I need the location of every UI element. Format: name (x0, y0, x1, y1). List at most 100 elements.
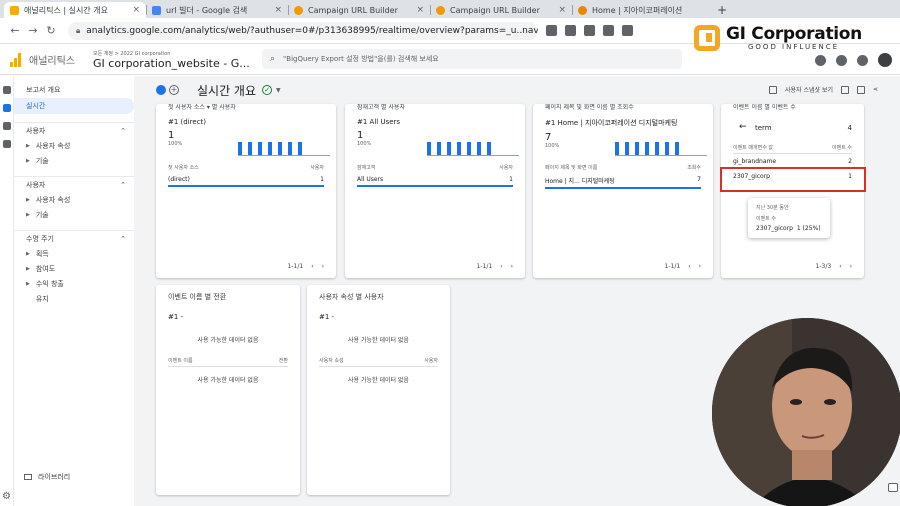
reload-icon[interactable]: ↻ (42, 24, 60, 37)
chevron-down-icon[interactable]: ▼ (276, 87, 281, 94)
share-icon[interactable]: ⋖ (873, 86, 878, 93)
table-row[interactable]: All Users 1 (357, 176, 513, 187)
new-tab-button[interactable]: + (714, 2, 730, 18)
browser-tab-2[interactable]: Campaign URL Builder × (288, 2, 430, 18)
nav-library-label: 라이브러리 (38, 473, 71, 481)
tab-title: 애널리틱스 | 실시간 개요 (24, 5, 108, 15)
fullscreen-icon[interactable] (840, 85, 849, 94)
prev-page-icon[interactable]: ‹ (500, 263, 502, 270)
brand-watermark: GI Corporation GOOD INFLUENCE (694, 20, 894, 56)
card-rank: #1 All Users (357, 118, 401, 126)
help-icon[interactable] (836, 54, 847, 66)
folder-icon (24, 474, 32, 480)
close-icon[interactable]: × (416, 5, 424, 15)
reports-icon[interactable] (3, 104, 11, 112)
pagination: 1-1/1 ‹ › (476, 263, 513, 270)
settings-icon[interactable]: ⚙ (2, 491, 11, 502)
close-icon[interactable]: × (558, 5, 566, 15)
nav-item-tech-2[interactable]: ▶ 기술 (14, 207, 134, 222)
explore-icon[interactable] (3, 122, 11, 130)
nav-realtime[interactable]: 실시간 (14, 98, 134, 114)
nav-item-label: 기술 (35, 156, 49, 165)
next-page-icon[interactable]: › (850, 263, 852, 270)
close-icon[interactable]: × (274, 5, 282, 15)
home-icon[interactable] (3, 86, 11, 94)
card-rank: #1 Home | 지아이코퍼레이션 디지털마케팅 (545, 119, 678, 127)
tooltip: 지난 30분 동안 이벤트 수 2307_gicorp 1 (25%) (748, 198, 830, 238)
card-title[interactable]: 첫 사용자 소스 ▾ 별 사용자 (156, 104, 336, 114)
nav-section-title: 사용자 (26, 180, 46, 189)
nav-item-label: 수익 창출 (35, 279, 64, 288)
bookmark-icon[interactable] (565, 25, 576, 36)
pagination: 1-3/3 ‹ › (815, 263, 852, 270)
nav-item-acquisition[interactable]: ▶ 획득 (14, 246, 134, 261)
next-page-icon[interactable]: › (699, 263, 701, 270)
prev-page-icon[interactable]: ‹ (688, 263, 690, 270)
chevron-up-icon: ⌃ (120, 234, 126, 243)
table-header: 이벤트 이름 전환 (168, 358, 288, 364)
no-data-text: 사용 가능한 데이터 없음 (348, 337, 409, 344)
add-comparison-icon[interactable]: + (169, 85, 179, 95)
feedback-icon[interactable] (888, 483, 898, 492)
browser-tab-1[interactable]: url 빌더 - Google 검색 × (146, 2, 288, 18)
nav-item-monetization[interactable]: ▶ 수익 창출 (14, 276, 134, 291)
property-name: GI corporation_website - G... (93, 56, 250, 70)
nav-section-user-2[interactable]: 사용자 ⌃ (14, 176, 134, 192)
nav-item-engagement[interactable]: ▶ 참여도 (14, 261, 134, 276)
extension-icon[interactable] (603, 25, 614, 36)
nav-item-label: 참여도 (35, 264, 56, 273)
card-title: 잠재고객 별 사용자 (357, 104, 405, 111)
next-page-icon[interactable]: › (511, 263, 513, 270)
next-page-icon[interactable]: › (322, 263, 324, 270)
prev-page-icon[interactable]: ‹ (839, 263, 841, 270)
nav-item-user-attributes[interactable]: ▶ 사용자 속성 (14, 138, 134, 153)
expand-icon: ▶ (26, 157, 30, 164)
address-bar[interactable]: 🔒︎ analytics.google.com/analytics/web/?a… (68, 21, 538, 40)
nav-item-retention[interactable]: ▶유지 (14, 291, 134, 306)
nav-item-user-attributes-2[interactable]: ▶ 사용자 속성 (14, 192, 134, 207)
back-icon[interactable]: ← (6, 24, 24, 37)
tab-title: Home | 지아이코퍼레이션 (592, 5, 683, 15)
advertising-icon[interactable] (3, 140, 11, 148)
nav-item-tech[interactable]: ▶ 기술 (14, 153, 134, 168)
extension-icon[interactable] (584, 25, 595, 36)
user-snapshot-icon[interactable] (768, 85, 777, 94)
share-page-icon[interactable] (546, 25, 557, 36)
no-data-text: 사용 가능한 데이터 없음 (197, 377, 259, 384)
nav-item-label: 유지 (35, 294, 49, 303)
nav-section-user[interactable]: 사용자 ⌃ (14, 122, 134, 138)
back-icon[interactable]: ← (739, 122, 747, 132)
nav-item-label: 사용자 속성 (35, 141, 71, 150)
campaign-favicon-icon (436, 5, 445, 15)
site-favicon-icon (578, 5, 587, 15)
table-row[interactable]: (direct) 1 (168, 176, 324, 187)
apps-icon[interactable] (815, 54, 826, 66)
table-row[interactable]: gi_brandname 2 (733, 158, 852, 165)
presenter-photo (712, 318, 900, 506)
pagination: 1-1/1 ‹ › (287, 263, 324, 270)
nav-section-lifecycle[interactable]: 수명 주기 ⌃ (14, 230, 134, 246)
page-title: 실시간 개요 (197, 83, 257, 98)
compare-icon[interactable] (156, 85, 166, 95)
expand-icon: ▶ (26, 250, 30, 257)
close-icon[interactable]: × (132, 5, 140, 15)
nav-overview[interactable]: 보고서 개요 (14, 82, 134, 98)
user-snapshot-button[interactable]: 사용자 스냅샷 보기 (785, 85, 833, 94)
nav-section-title: 사용자 (26, 126, 46, 135)
forward-icon[interactable]: → (24, 24, 42, 37)
table-row[interactable]: Home | 지... 디지털마케팅 7 (545, 176, 701, 189)
browser-tab-3[interactable]: Campaign URL Builder × (430, 2, 572, 18)
check-icon[interactable]: ✓ (262, 85, 273, 95)
pagination: 1-1/1 ‹ › (664, 263, 701, 270)
search-input[interactable]: ⌕ "BigQuery Export 설정 방법"을(를) 검색해 보세요 (262, 49, 682, 69)
chevron-up-icon: ⌃ (120, 180, 126, 189)
account-selector[interactable]: 모든 계정 > 2022 GI corporation GI corporati… (93, 50, 250, 70)
more-icon[interactable] (857, 54, 868, 66)
prev-page-icon[interactable]: ‹ (311, 263, 313, 270)
extension-icon[interactable] (622, 25, 633, 36)
nav-item-label: 기술 (35, 210, 49, 219)
browser-tab-4[interactable]: Home | 지아이코퍼레이션 (572, 2, 714, 18)
nav-library[interactable]: 라이브러리 (24, 472, 70, 482)
browser-tab-0[interactable]: 애널리틱스 | 실시간 개요 × (4, 2, 146, 18)
edit-icon[interactable] (856, 85, 865, 94)
